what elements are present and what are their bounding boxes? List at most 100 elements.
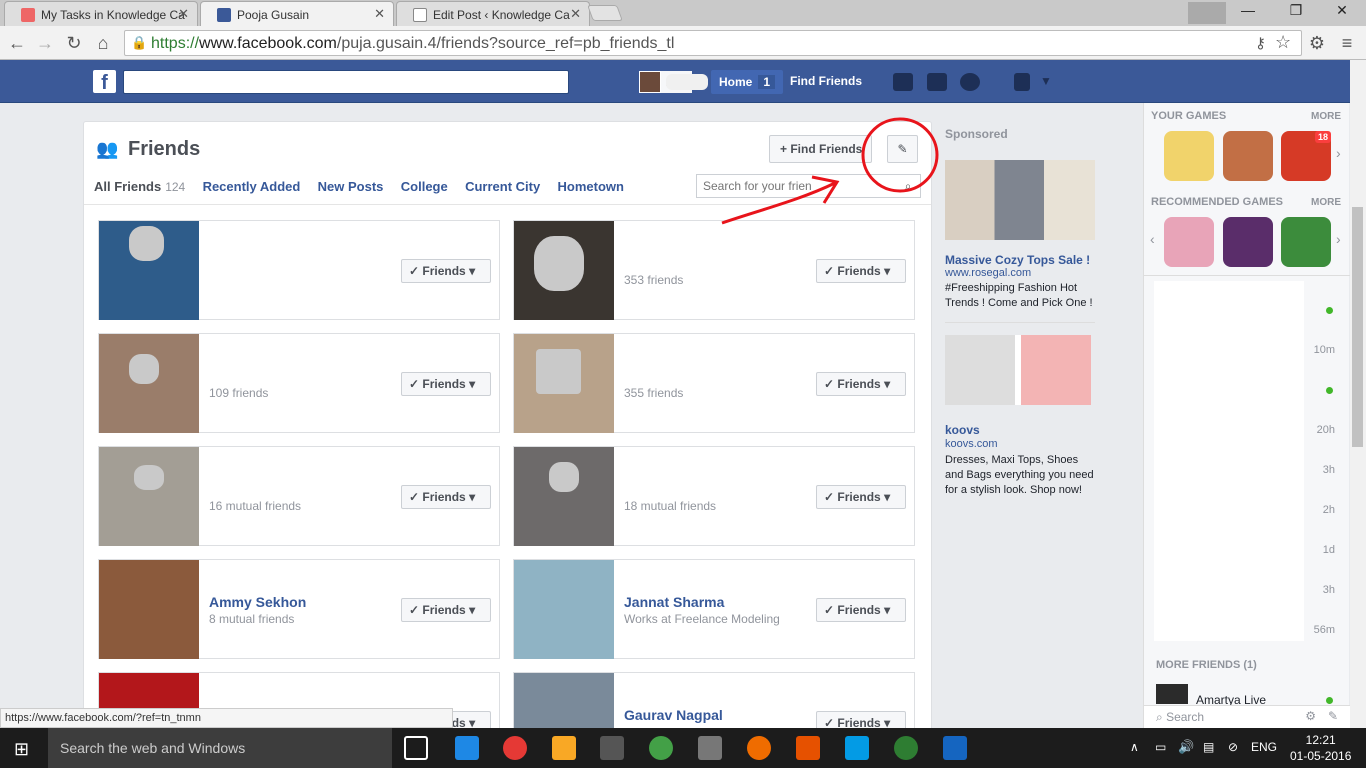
game-tile[interactable] bbox=[1223, 131, 1273, 181]
more-games-link[interactable]: MORE bbox=[1311, 197, 1341, 208]
friend-photo[interactable] bbox=[514, 560, 614, 659]
gear-icon[interactable]: ⚙ bbox=[1305, 709, 1316, 723]
chrome-icon[interactable] bbox=[503, 736, 527, 760]
friend-photo[interactable] bbox=[514, 447, 614, 546]
privacy-shortcuts-icon[interactable] bbox=[1014, 73, 1030, 91]
notifications-icon[interactable]: ⊘ bbox=[1228, 740, 1238, 754]
friends-status-button[interactable]: ✓ Friends ▾ bbox=[401, 598, 491, 622]
friend-photo[interactable] bbox=[99, 221, 199, 320]
chevron-right-icon[interactable]: › bbox=[1336, 145, 1341, 161]
minimize-icon[interactable]: — bbox=[1228, 2, 1268, 24]
back-icon[interactable]: ← bbox=[6, 32, 28, 54]
chevron-left-icon[interactable]: ‹ bbox=[1150, 231, 1155, 247]
taskbar-search[interactable]: Search the web and Windows bbox=[48, 728, 392, 768]
friend-photo[interactable] bbox=[514, 673, 614, 729]
avatar[interactable] bbox=[1156, 684, 1188, 704]
tab-hometown[interactable]: Hometown bbox=[558, 179, 624, 194]
volume-icon[interactable]: 🔊 bbox=[1178, 739, 1194, 755]
ad-image[interactable] bbox=[945, 160, 1095, 240]
close-window-icon[interactable]: ✕ bbox=[1322, 2, 1362, 24]
friend-photo[interactable] bbox=[99, 447, 199, 546]
home-button[interactable]: Home 1 bbox=[711, 70, 784, 94]
tray-chevron-up-icon[interactable]: ∧ bbox=[1130, 740, 1139, 754]
browser-tab-active[interactable]: Pooja Gusain ✕ bbox=[200, 1, 394, 26]
find-friends-link[interactable]: Find Friends bbox=[790, 74, 862, 88]
windows-start-icon[interactable]: ⊞ bbox=[14, 739, 29, 760]
friend-photo[interactable] bbox=[514, 334, 614, 433]
friend-photo[interactable] bbox=[99, 334, 199, 433]
word-icon[interactable] bbox=[943, 736, 967, 760]
edge-icon[interactable] bbox=[455, 736, 479, 760]
ad-title[interactable]: Massive Cozy Tops Sale ! bbox=[945, 253, 1090, 267]
friends-status-button[interactable]: ✓ Friends ▾ bbox=[401, 372, 491, 396]
forward-icon[interactable]: → bbox=[34, 32, 56, 54]
chevron-right-icon[interactable]: › bbox=[1336, 231, 1341, 247]
annotation-arrow bbox=[721, 181, 836, 225]
battery-icon[interactable]: ▭ bbox=[1155, 740, 1166, 754]
tab-recently-added[interactable]: Recently Added bbox=[203, 179, 301, 194]
ad-image[interactable] bbox=[945, 335, 1091, 405]
close-tab-icon[interactable]: ✕ bbox=[178, 6, 189, 22]
scrollbar-thumb[interactable] bbox=[1352, 207, 1363, 447]
extension-icon[interactable]: ⚙ bbox=[1306, 32, 1328, 54]
friends-status-button[interactable]: ✓ Friends ▾ bbox=[401, 485, 491, 509]
browser-tab[interactable]: My Tasks in Knowledge Ca ✕ bbox=[4, 1, 198, 26]
friends-status-button[interactable]: ✓ Friends ▾ bbox=[816, 259, 906, 283]
more-friends-heading: MORE FRIENDS (1) bbox=[1156, 659, 1257, 671]
facebook-search-input[interactable]: ⌕ bbox=[123, 70, 692, 94]
game-tile[interactable] bbox=[1281, 217, 1331, 267]
friend-photo[interactable] bbox=[99, 560, 199, 659]
friends-status-button[interactable]: ✓ Friends ▾ bbox=[816, 485, 906, 509]
app-icon[interactable] bbox=[698, 736, 722, 760]
compose-icon[interactable]: ✎ bbox=[1328, 709, 1338, 723]
ad-title[interactable]: koovs bbox=[945, 423, 980, 437]
network-icon[interactable]: ▤ bbox=[1203, 740, 1214, 754]
facebook-logo-icon[interactable]: f bbox=[93, 70, 116, 94]
close-tab-icon[interactable]: ✕ bbox=[374, 6, 385, 22]
app-icon[interactable] bbox=[796, 736, 820, 760]
new-tab-button[interactable] bbox=[587, 5, 623, 21]
friends-status-button[interactable]: ✓ Friends ▾ bbox=[816, 598, 906, 622]
browser-tab[interactable]: Edit Post ‹ Knowledge Ca ✕ bbox=[396, 1, 590, 26]
messages-icon[interactable] bbox=[927, 73, 947, 91]
menu-icon[interactable]: ≡ bbox=[1336, 32, 1358, 54]
friend-requests-icon[interactable] bbox=[893, 73, 913, 91]
ad-domain[interactable]: koovs.com bbox=[945, 438, 998, 450]
friends-status-button[interactable]: ✓ Friends ▾ bbox=[816, 372, 906, 396]
whatsapp-icon[interactable] bbox=[649, 736, 673, 760]
tab-current-city[interactable]: Current City bbox=[465, 179, 540, 194]
language-indicator[interactable]: ENG bbox=[1251, 740, 1277, 754]
store-icon[interactable] bbox=[600, 736, 624, 760]
ad-domain[interactable]: www.rosegal.com bbox=[945, 267, 1031, 279]
firefox-icon[interactable] bbox=[747, 736, 771, 760]
friend-photo[interactable] bbox=[514, 221, 614, 320]
game-tile[interactable] bbox=[1164, 217, 1214, 267]
home-icon[interactable]: ⌂ bbox=[92, 32, 114, 54]
more-games-link[interactable]: MORE bbox=[1311, 111, 1341, 122]
game-tile[interactable] bbox=[1223, 217, 1273, 267]
profile-avatar[interactable] bbox=[639, 71, 661, 93]
utorrent-icon[interactable] bbox=[894, 736, 918, 760]
game-tile[interactable]: 18 bbox=[1281, 131, 1331, 181]
tab-all-friends[interactable]: All Friends 124 bbox=[94, 179, 185, 194]
file-explorer-icon[interactable] bbox=[552, 736, 576, 760]
taskbar-clock[interactable]: 12:21 01-05-2016 bbox=[1290, 732, 1351, 764]
profile-name-redacted[interactable] bbox=[666, 74, 708, 90]
game-tile[interactable] bbox=[1164, 131, 1214, 181]
annotation-circle-arrow bbox=[721, 117, 939, 225]
skype-icon[interactable] bbox=[845, 736, 869, 760]
friends-status-button[interactable]: ✓ Friends ▾ bbox=[401, 259, 491, 283]
task-view-icon[interactable] bbox=[404, 736, 428, 760]
chat-search-input[interactable]: ⌕ Search ⚙ ✎ bbox=[1144, 705, 1350, 729]
key-icon[interactable]: ⚷ bbox=[1255, 34, 1266, 52]
user-icon[interactable] bbox=[1188, 2, 1226, 24]
reload-icon[interactable]: ↻ bbox=[63, 32, 85, 54]
notifications-globe-icon[interactable] bbox=[960, 73, 980, 91]
address-bar[interactable]: 🔒 https://www.facebook.com/puja.gusain.4… bbox=[124, 30, 1302, 56]
close-tab-icon[interactable]: ✕ bbox=[570, 6, 581, 22]
bookmark-star-icon[interactable]: ☆ bbox=[1275, 32, 1291, 53]
restore-icon[interactable]: ❐ bbox=[1276, 2, 1316, 24]
tab-college[interactable]: College bbox=[401, 179, 448, 194]
tab-new-posts[interactable]: New Posts bbox=[318, 179, 384, 194]
account-menu-chevron-icon[interactable]: ▼ bbox=[1040, 74, 1052, 88]
